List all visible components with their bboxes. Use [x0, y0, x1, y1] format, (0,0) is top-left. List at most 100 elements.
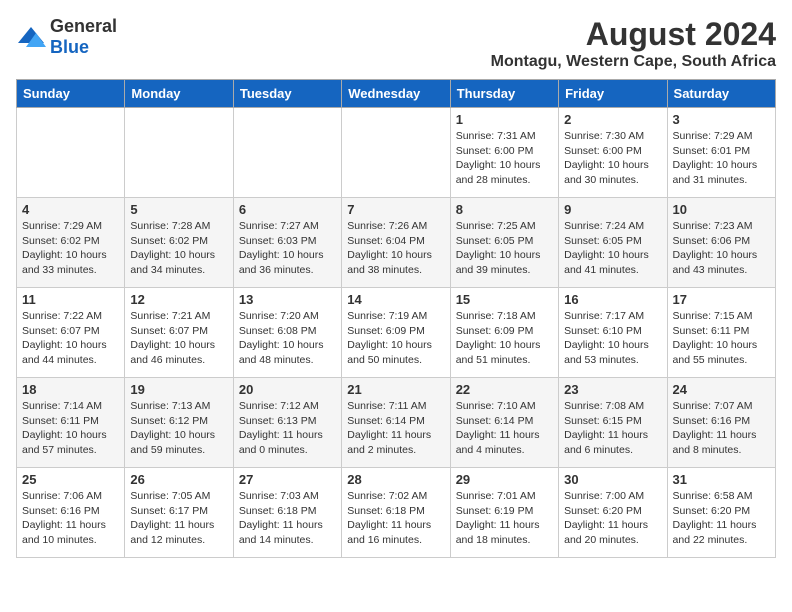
day-info: Sunrise: 7:23 AMSunset: 6:06 PMDaylight:…: [673, 219, 770, 278]
calendar-cell: 13 Sunrise: 7:20 AMSunset: 6:08 PMDayligh…: [233, 288, 341, 378]
day-info: Sunrise: 7:08 AMSunset: 6:15 PMDaylight:…: [564, 399, 661, 458]
day-info: Sunrise: 7:30 AMSunset: 6:00 PMDaylight:…: [564, 129, 661, 188]
day-number: 19: [130, 382, 227, 397]
day-info: Sunrise: 7:00 AMSunset: 6:20 PMDaylight:…: [564, 489, 661, 548]
calendar-header: SundayMondayTuesdayWednesdayThursdayFrid…: [17, 80, 776, 108]
day-number: 22: [456, 382, 553, 397]
day-info: Sunrise: 7:25 AMSunset: 6:05 PMDaylight:…: [456, 219, 553, 278]
calendar-cell: 5 Sunrise: 7:28 AMSunset: 6:02 PMDaylight…: [125, 198, 233, 288]
calendar-table: SundayMondayTuesdayWednesdayThursdayFrid…: [16, 79, 776, 558]
day-number: 11: [22, 292, 119, 307]
day-number: 26: [130, 472, 227, 487]
calendar-cell: 26 Sunrise: 7:05 AMSunset: 6:17 PMDayligh…: [125, 468, 233, 558]
calendar-title: August 2024: [491, 16, 776, 53]
day-number: 24: [673, 382, 770, 397]
day-info: Sunrise: 7:14 AMSunset: 6:11 PMDaylight:…: [22, 399, 119, 458]
calendar-cell: [233, 108, 341, 198]
day-number: 12: [130, 292, 227, 307]
week-row-0: 1 Sunrise: 7:31 AMSunset: 6:00 PMDaylight…: [17, 108, 776, 198]
day-info: Sunrise: 7:29 AMSunset: 6:01 PMDaylight:…: [673, 129, 770, 188]
logo-icon: [16, 25, 46, 49]
header-day-saturday: Saturday: [667, 80, 775, 108]
calendar-cell: 28 Sunrise: 7:02 AMSunset: 6:18 PMDayligh…: [342, 468, 450, 558]
day-info: Sunrise: 7:20 AMSunset: 6:08 PMDaylight:…: [239, 309, 336, 368]
day-info: Sunrise: 7:27 AMSunset: 6:03 PMDaylight:…: [239, 219, 336, 278]
calendar-cell: 31 Sunrise: 6:58 AMSunset: 6:20 PMDayligh…: [667, 468, 775, 558]
header-day-tuesday: Tuesday: [233, 80, 341, 108]
calendar-cell: 24 Sunrise: 7:07 AMSunset: 6:16 PMDayligh…: [667, 378, 775, 468]
day-info: Sunrise: 7:12 AMSunset: 6:13 PMDaylight:…: [239, 399, 336, 458]
day-info: Sunrise: 7:31 AMSunset: 6:00 PMDaylight:…: [456, 129, 553, 188]
calendar-cell: 4 Sunrise: 7:29 AMSunset: 6:02 PMDaylight…: [17, 198, 125, 288]
day-number: 5: [130, 202, 227, 217]
logo: General Blue: [16, 16, 117, 58]
header-day-sunday: Sunday: [17, 80, 125, 108]
day-info: Sunrise: 7:02 AMSunset: 6:18 PMDaylight:…: [347, 489, 444, 548]
calendar-cell: 22 Sunrise: 7:10 AMSunset: 6:14 PMDayligh…: [450, 378, 558, 468]
calendar-cell: 18 Sunrise: 7:14 AMSunset: 6:11 PMDayligh…: [17, 378, 125, 468]
day-number: 13: [239, 292, 336, 307]
day-number: 14: [347, 292, 444, 307]
day-info: Sunrise: 7:06 AMSunset: 6:16 PMDaylight:…: [22, 489, 119, 548]
week-row-4: 25 Sunrise: 7:06 AMSunset: 6:16 PMDayligh…: [17, 468, 776, 558]
day-info: Sunrise: 7:10 AMSunset: 6:14 PMDaylight:…: [456, 399, 553, 458]
day-number: 31: [673, 472, 770, 487]
calendar-cell: 10Sunrise: 7:23 AMSunset: 6:06 PMDayligh…: [667, 198, 775, 288]
day-info: Sunrise: 7:29 AMSunset: 6:02 PMDaylight:…: [22, 219, 119, 278]
day-number: 21: [347, 382, 444, 397]
calendar-cell: [125, 108, 233, 198]
day-number: 15: [456, 292, 553, 307]
day-info: Sunrise: 7:22 AMSunset: 6:07 PMDaylight:…: [22, 309, 119, 368]
day-number: 27: [239, 472, 336, 487]
calendar-cell: 14Sunrise: 7:19 AMSunset: 6:09 PMDayligh…: [342, 288, 450, 378]
day-number: 25: [22, 472, 119, 487]
day-number: 18: [22, 382, 119, 397]
day-info: Sunrise: 7:26 AMSunset: 6:04 PMDaylight:…: [347, 219, 444, 278]
day-number: 7: [347, 202, 444, 217]
day-info: Sunrise: 7:07 AMSunset: 6:16 PMDaylight:…: [673, 399, 770, 458]
day-info: Sunrise: 7:17 AMSunset: 6:10 PMDaylight:…: [564, 309, 661, 368]
calendar-cell: 8Sunrise: 7:25 AMSunset: 6:05 PMDaylight…: [450, 198, 558, 288]
day-number: 16: [564, 292, 661, 307]
week-row-3: 18 Sunrise: 7:14 AMSunset: 6:11 PMDayligh…: [17, 378, 776, 468]
calendar-cell: 25 Sunrise: 7:06 AMSunset: 6:16 PMDayligh…: [17, 468, 125, 558]
day-number: 28: [347, 472, 444, 487]
calendar-cell: 15 Sunrise: 7:18 AMSunset: 6:09 PMDayligh…: [450, 288, 558, 378]
header-day-monday: Monday: [125, 80, 233, 108]
calendar-cell: 3 Sunrise: 7:29 AMSunset: 6:01 PMDaylight…: [667, 108, 775, 198]
calendar-cell: 21Sunrise: 7:11 AMSunset: 6:14 PMDayligh…: [342, 378, 450, 468]
header: General Blue August 2024 Montagu, Wester…: [16, 16, 776, 71]
day-info: Sunrise: 7:13 AMSunset: 6:12 PMDaylight:…: [130, 399, 227, 458]
calendar-cell: 1 Sunrise: 7:31 AMSunset: 6:00 PMDaylight…: [450, 108, 558, 198]
header-row: SundayMondayTuesdayWednesdayThursdayFrid…: [17, 80, 776, 108]
day-number: 9: [564, 202, 661, 217]
day-number: 1: [456, 112, 553, 127]
header-day-friday: Friday: [559, 80, 667, 108]
calendar-cell: 17 Sunrise: 7:15 AMSunset: 6:11 PMDayligh…: [667, 288, 775, 378]
day-number: 20: [239, 382, 336, 397]
day-info: Sunrise: 7:28 AMSunset: 6:02 PMDaylight:…: [130, 219, 227, 278]
day-number: 4: [22, 202, 119, 217]
day-info: Sunrise: 6:58 AMSunset: 6:20 PMDaylight:…: [673, 489, 770, 548]
day-info: Sunrise: 7:15 AMSunset: 6:11 PMDaylight:…: [673, 309, 770, 368]
title-area: August 2024 Montagu, Western Cape, South…: [491, 16, 776, 71]
calendar-cell: 11 Sunrise: 7:22 AMSunset: 6:07 PMDayligh…: [17, 288, 125, 378]
day-info: Sunrise: 7:03 AMSunset: 6:18 PMDaylight:…: [239, 489, 336, 548]
week-row-1: 4 Sunrise: 7:29 AMSunset: 6:02 PMDaylight…: [17, 198, 776, 288]
calendar-cell: 29 Sunrise: 7:01 AMSunset: 6:19 PMDayligh…: [450, 468, 558, 558]
day-number: 2: [564, 112, 661, 127]
day-number: 3: [673, 112, 770, 127]
day-info: Sunrise: 7:05 AMSunset: 6:17 PMDaylight:…: [130, 489, 227, 548]
calendar-body: 1 Sunrise: 7:31 AMSunset: 6:00 PMDaylight…: [17, 108, 776, 558]
day-number: 17: [673, 292, 770, 307]
logo-text-general: General: [50, 16, 117, 36]
day-info: Sunrise: 7:18 AMSunset: 6:09 PMDaylight:…: [456, 309, 553, 368]
calendar-cell: 27 Sunrise: 7:03 AMSunset: 6:18 PMDayligh…: [233, 468, 341, 558]
calendar-cell: 23Sunrise: 7:08 AMSunset: 6:15 PMDayligh…: [559, 378, 667, 468]
calendar-cell: [342, 108, 450, 198]
calendar-cell: 2 Sunrise: 7:30 AMSunset: 6:00 PMDaylight…: [559, 108, 667, 198]
calendar-subtitle: Montagu, Western Cape, South Africa: [491, 53, 776, 71]
day-info: Sunrise: 7:01 AMSunset: 6:19 PMDaylight:…: [456, 489, 553, 548]
day-number: 29: [456, 472, 553, 487]
header-day-thursday: Thursday: [450, 80, 558, 108]
